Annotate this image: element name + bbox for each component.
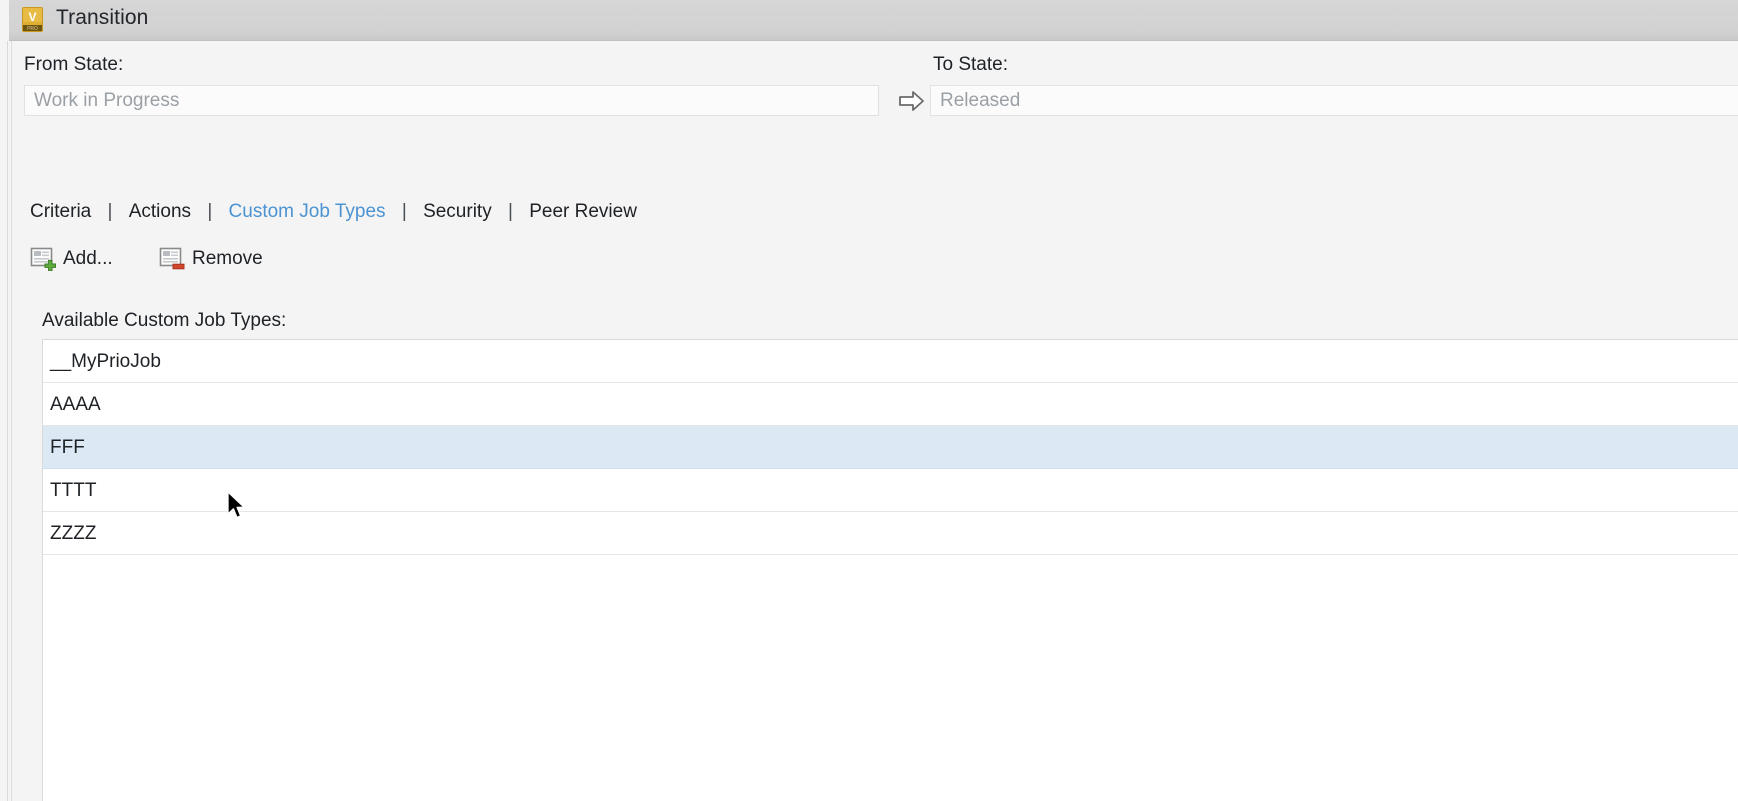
svg-text:PRO: PRO: [27, 26, 38, 32]
list-remove-icon: [159, 247, 185, 271]
list-item[interactable]: ZZZZ: [43, 512, 1738, 555]
svg-text:V: V: [28, 10, 36, 24]
arrow-right-icon: [897, 88, 927, 114]
title-bar: V PRO Transition: [0, 0, 1738, 41]
tab-separator: |: [97, 201, 124, 223]
list-item[interactable]: AAAA: [43, 383, 1738, 426]
tab-custom-job-types[interactable]: Custom Job Types: [229, 201, 386, 223]
to-state-input[interactable]: Released: [930, 85, 1738, 116]
tab-separator: |: [497, 201, 524, 223]
to-state-label: To State:: [933, 54, 1008, 76]
tab-separator: |: [391, 201, 418, 223]
add-button-label: Add...: [63, 248, 113, 270]
tab-security[interactable]: Security: [423, 201, 492, 223]
list-item[interactable]: __MyPrioJob: [43, 340, 1738, 383]
add-button[interactable]: Add...: [30, 244, 113, 274]
remove-button-label: Remove: [192, 248, 263, 270]
transition-dialog: V PRO Transition From State: Work in Pro…: [0, 0, 1738, 801]
tab-separator: |: [196, 201, 223, 223]
panel-left-edge: [7, 41, 12, 801]
tab-actions[interactable]: Actions: [129, 201, 191, 223]
tab-peer-review[interactable]: Peer Review: [529, 201, 637, 223]
from-state-label: From State:: [24, 54, 123, 76]
list-add-icon: [30, 247, 56, 271]
remove-button[interactable]: Remove: [159, 244, 263, 274]
vault-job-icon: V PRO: [20, 6, 46, 34]
tab-criteria[interactable]: Criteria: [30, 201, 91, 223]
from-state-input[interactable]: Work in Progress: [24, 85, 879, 116]
dialog-body: From State: Work in Progress To State: R…: [0, 41, 1738, 801]
tab-bar: Criteria | Actions | Custom Job Types | …: [30, 201, 637, 223]
available-custom-job-types-label: Available Custom Job Types:: [42, 310, 286, 332]
list-item[interactable]: TTTT: [43, 469, 1738, 512]
title-bar-left-edge: [0, 0, 9, 41]
list-item[interactable]: FFF: [43, 426, 1738, 469]
window-title: Transition: [56, 6, 148, 30]
custom-job-types-list[interactable]: __MyPrioJob AAAA FFF TTTT ZZZZ: [42, 339, 1738, 801]
